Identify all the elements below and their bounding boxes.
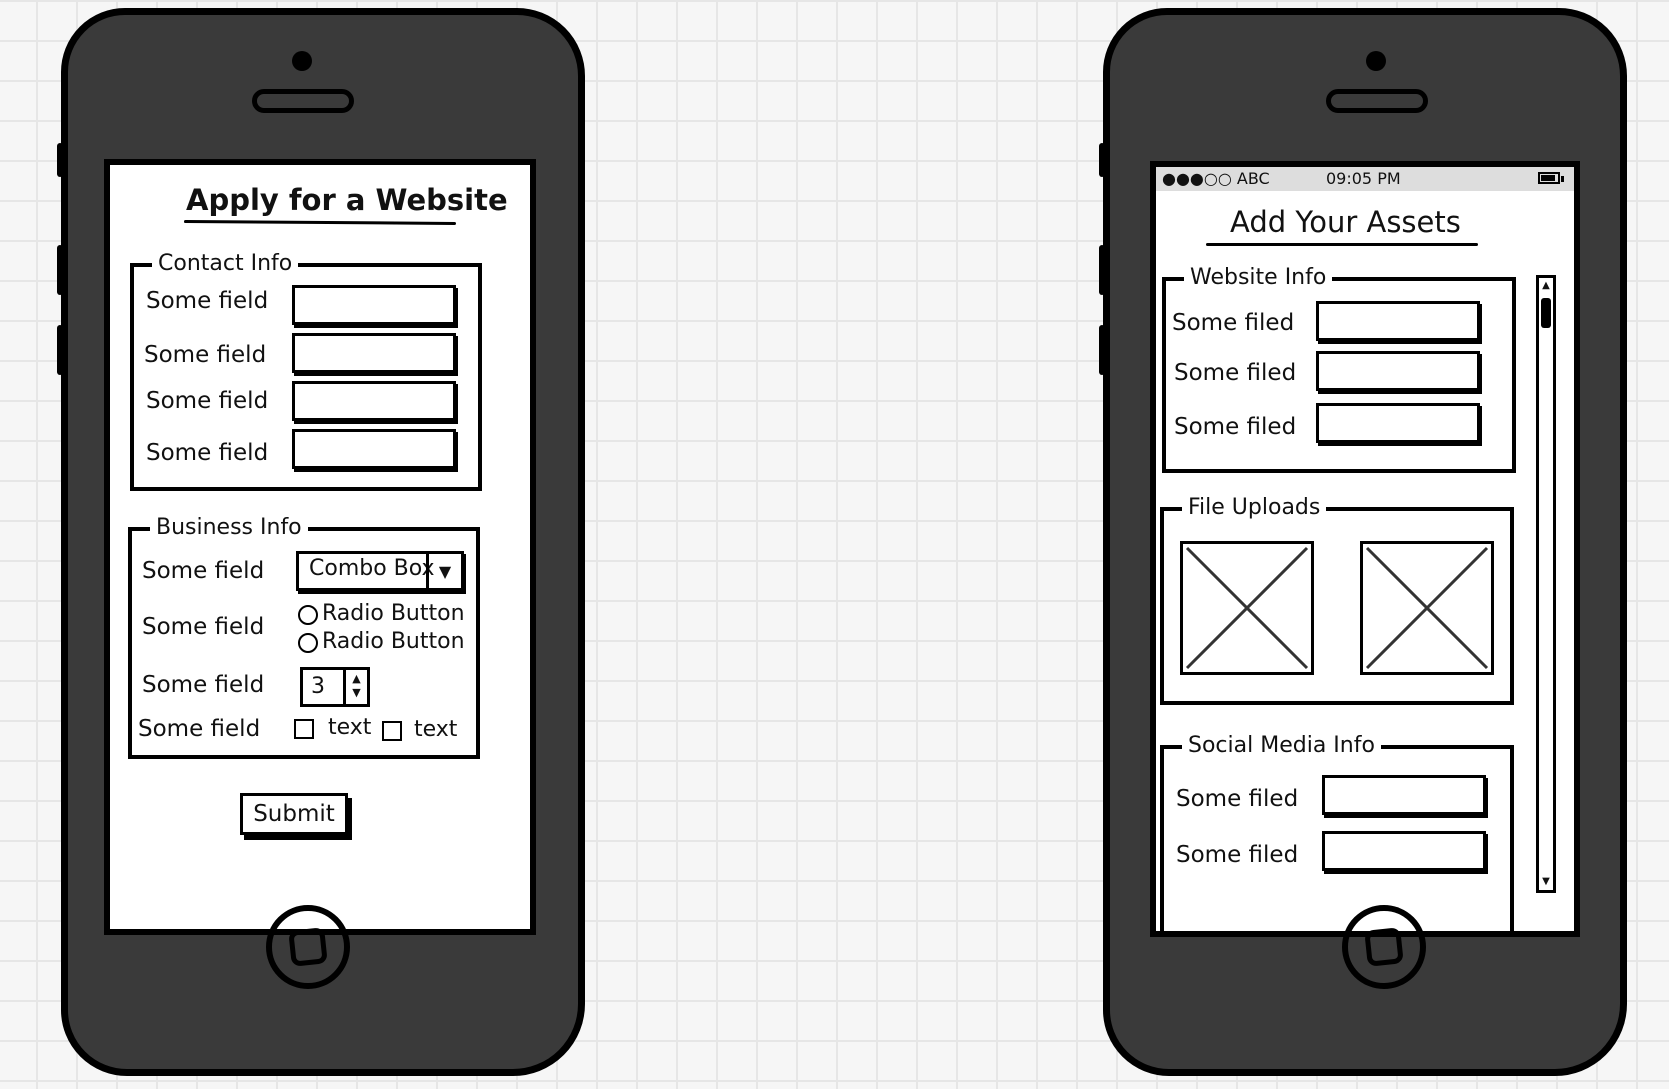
volume-up-button (57, 245, 63, 295)
contact-field-label-1: Some field (146, 288, 269, 314)
camera-icon (292, 51, 312, 71)
page-title: Add Your Assets (1230, 205, 1461, 239)
stepper-field-label: Some field (142, 672, 265, 698)
home-square-icon (288, 927, 328, 967)
contact-info-legend: Contact Info (152, 251, 299, 277)
file-uploads-group: File Uploads (1160, 495, 1514, 705)
business-info-legend: Business Info (150, 515, 308, 541)
home-square-icon (1364, 927, 1404, 967)
social-media-info-group: Social Media Info Some filed Some filed (1160, 733, 1514, 931)
status-time: 09:05 PM (1326, 169, 1401, 188)
social-field-label-2: Some filed (1176, 842, 1299, 868)
chevron-down-icon[interactable]: ▼ (426, 554, 461, 588)
combo-field-label: Some field (142, 558, 265, 584)
vertical-scrollbar[interactable]: ▲ ▼ (1536, 275, 1556, 893)
page-title: Apply for a Website (186, 183, 508, 217)
scroll-up-icon[interactable]: ▲ (1539, 278, 1553, 294)
combo-box[interactable]: Combo Box ▼ (296, 551, 464, 591)
business-info-group: Business Info Some field Combo Box ▼ Som… (128, 515, 480, 759)
website-field-label-3: Some filed (1174, 414, 1297, 440)
checkbox-field-label: Some field (138, 716, 261, 742)
cross-box-icon (1185, 546, 1309, 670)
contact-field-label-4: Some field (146, 440, 269, 466)
volume-down-button (1099, 325, 1105, 375)
social-media-info-legend: Social Media Info (1182, 733, 1381, 759)
radio-button-label-2: Radio Button (322, 629, 465, 654)
radio-button-label-1: Radio Button (322, 601, 465, 626)
quantity-stepper[interactable]: 3 ▲ ▼ (300, 667, 370, 707)
volume-down-button (57, 325, 63, 375)
phone-right: ●●●○○ ABC 09:05 PM Add Your Assets Websi… (1099, 8, 1627, 1076)
contact-field-input-2[interactable] (292, 333, 456, 373)
home-button[interactable] (1342, 905, 1426, 989)
battery-icon (1538, 172, 1560, 184)
radio-button-2[interactable] (298, 633, 318, 653)
mute-switch (57, 143, 63, 177)
speaker-icon (252, 89, 354, 113)
radio-field-label: Some field (142, 614, 265, 640)
website-field-label-1: Some filed (1172, 310, 1295, 336)
social-field-input-2[interactable] (1322, 831, 1486, 871)
stepper-value: 3 (311, 674, 325, 699)
combo-box-value: Combo Box (309, 556, 435, 581)
contact-field-label-3: Some field (146, 388, 269, 414)
social-field-label-1: Some filed (1176, 786, 1299, 812)
up-down-arrows-icon[interactable]: ▲ ▼ (343, 670, 367, 704)
contact-field-input-3[interactable] (292, 381, 456, 421)
checkbox-1[interactable] (294, 719, 314, 739)
title-underline (183, 220, 457, 225)
file-uploads-legend: File Uploads (1182, 495, 1327, 521)
scroll-down-icon[interactable]: ▼ (1539, 874, 1553, 890)
carrier-signal: ●●●○○ ABC (1162, 169, 1270, 188)
battery-tip-icon (1561, 176, 1564, 182)
cross-box-icon (1365, 546, 1489, 670)
radio-button-1[interactable] (298, 605, 318, 625)
website-field-label-2: Some filed (1174, 360, 1297, 386)
submit-button[interactable]: Submit (240, 793, 348, 835)
volume-up-button (1099, 245, 1105, 295)
phone-left: Apply for a Website Contact Info Some fi… (57, 8, 585, 1076)
image-placeholder-2[interactable] (1360, 541, 1494, 675)
screen-left: Apply for a Website Contact Info Some fi… (104, 159, 536, 935)
status-bar: ●●●○○ ABC 09:05 PM (1156, 167, 1574, 191)
website-info-legend: Website Info (1184, 265, 1333, 291)
social-field-input-1[interactable] (1322, 775, 1486, 815)
camera-icon (1366, 51, 1386, 71)
scroll-thumb[interactable] (1541, 298, 1551, 328)
contact-info-group: Contact Info Some field Some field Some … (130, 251, 482, 491)
mute-switch (1099, 143, 1105, 177)
website-field-input-2[interactable] (1316, 351, 1480, 391)
contact-field-label-2: Some field (144, 342, 267, 368)
screen-right: ●●●○○ ABC 09:05 PM Add Your Assets Websi… (1150, 161, 1580, 937)
website-field-input-3[interactable] (1316, 403, 1480, 443)
speaker-icon (1326, 89, 1428, 113)
contact-field-input-4[interactable] (292, 429, 456, 469)
title-underline (1206, 243, 1478, 246)
website-field-input-1[interactable] (1316, 301, 1480, 341)
contact-field-input-1[interactable] (292, 285, 456, 325)
checkbox-2[interactable] (382, 721, 402, 741)
home-button[interactable] (266, 905, 350, 989)
image-placeholder-1[interactable] (1180, 541, 1314, 675)
checkbox-label-2: text (414, 717, 458, 742)
checkbox-label-1: text (328, 715, 372, 740)
website-info-group: Website Info Some filed Some filed Some … (1162, 265, 1516, 473)
